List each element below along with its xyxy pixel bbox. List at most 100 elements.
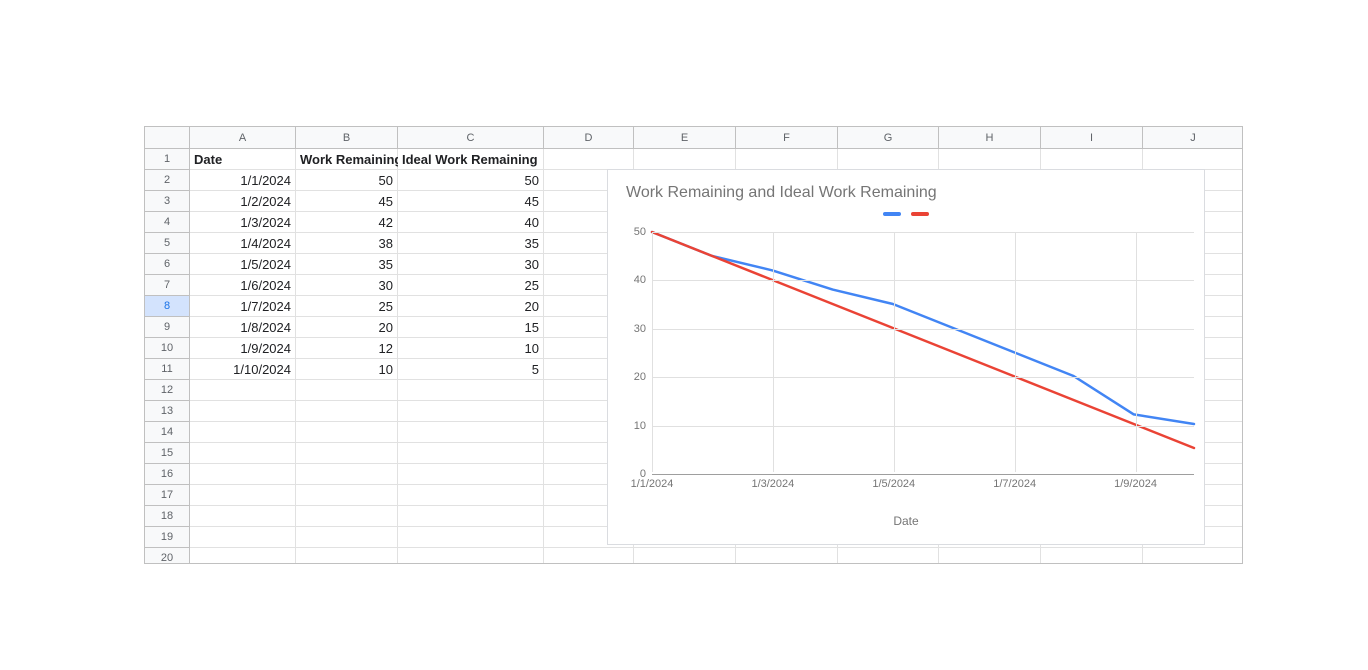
- cell-H1[interactable]: [939, 149, 1041, 170]
- row-header-12[interactable]: 12: [145, 380, 190, 401]
- cell-B12[interactable]: [296, 380, 398, 401]
- cell-C7[interactable]: 25: [398, 275, 544, 296]
- row-header-16[interactable]: 16: [145, 464, 190, 485]
- cell-H20[interactable]: [939, 548, 1041, 564]
- row-header-11[interactable]: 11: [145, 359, 190, 380]
- cell-G1[interactable]: [838, 149, 939, 170]
- cell-E20[interactable]: [634, 548, 736, 564]
- row-header-4[interactable]: 4: [145, 212, 190, 233]
- cell-E1[interactable]: [634, 149, 736, 170]
- cell-B10[interactable]: 12: [296, 338, 398, 359]
- cell-A17[interactable]: [190, 485, 296, 506]
- column-header-I[interactable]: I: [1041, 127, 1143, 149]
- cell-C11[interactable]: 5: [398, 359, 544, 380]
- cell-A14[interactable]: [190, 422, 296, 443]
- cell-A9[interactable]: 1/8/2024: [190, 317, 296, 338]
- cell-C1[interactable]: Ideal Work Remaining: [398, 149, 544, 170]
- row-header-3[interactable]: 3: [145, 191, 190, 212]
- column-header-D[interactable]: D: [544, 127, 634, 149]
- cell-A8[interactable]: 1/7/2024: [190, 296, 296, 317]
- cell-B19[interactable]: [296, 527, 398, 548]
- cell-A20[interactable]: [190, 548, 296, 564]
- row-header-20[interactable]: 20: [145, 548, 190, 564]
- cell-C15[interactable]: [398, 443, 544, 464]
- cell-G20[interactable]: [838, 548, 939, 564]
- cell-B9[interactable]: 20: [296, 317, 398, 338]
- cell-A2[interactable]: 1/1/2024: [190, 170, 296, 191]
- cell-C12[interactable]: [398, 380, 544, 401]
- cell-A7[interactable]: 1/6/2024: [190, 275, 296, 296]
- cell-F20[interactable]: [736, 548, 838, 564]
- row-header-13[interactable]: 13: [145, 401, 190, 422]
- select-all-corner[interactable]: [145, 127, 190, 149]
- cell-B7[interactable]: 30: [296, 275, 398, 296]
- cell-B16[interactable]: [296, 464, 398, 485]
- row-header-15[interactable]: 15: [145, 443, 190, 464]
- cell-C17[interactable]: [398, 485, 544, 506]
- cell-B5[interactable]: 38: [296, 233, 398, 254]
- cell-C13[interactable]: [398, 401, 544, 422]
- column-header-E[interactable]: E: [634, 127, 736, 149]
- row-header-14[interactable]: 14: [145, 422, 190, 443]
- column-header-J[interactable]: J: [1143, 127, 1243, 149]
- cell-I1[interactable]: [1041, 149, 1143, 170]
- cell-B13[interactable]: [296, 401, 398, 422]
- cell-B14[interactable]: [296, 422, 398, 443]
- cell-B4[interactable]: 42: [296, 212, 398, 233]
- column-header-H[interactable]: H: [939, 127, 1041, 149]
- cell-B11[interactable]: 10: [296, 359, 398, 380]
- column-header-B[interactable]: B: [296, 127, 398, 149]
- spreadsheet-viewport[interactable]: ABCDEFGHIJ 12345678910111213141516171819…: [144, 126, 1243, 564]
- cell-A19[interactable]: [190, 527, 296, 548]
- cell-A13[interactable]: [190, 401, 296, 422]
- cell-C10[interactable]: 10: [398, 338, 544, 359]
- cell-J20[interactable]: [1143, 548, 1243, 564]
- row-header-1[interactable]: 1: [145, 149, 190, 170]
- row-header-2[interactable]: 2: [145, 170, 190, 191]
- row-header-19[interactable]: 19: [145, 527, 190, 548]
- column-header-A[interactable]: A: [190, 127, 296, 149]
- cell-D20[interactable]: [544, 548, 634, 564]
- cell-F1[interactable]: [736, 149, 838, 170]
- column-header-G[interactable]: G: [838, 127, 939, 149]
- cell-B6[interactable]: 35: [296, 254, 398, 275]
- cell-A16[interactable]: [190, 464, 296, 485]
- row-header-10[interactable]: 10: [145, 338, 190, 359]
- cell-A15[interactable]: [190, 443, 296, 464]
- cell-A18[interactable]: [190, 506, 296, 527]
- cell-A4[interactable]: 1/3/2024: [190, 212, 296, 233]
- cell-C20[interactable]: [398, 548, 544, 564]
- spreadsheet-grid[interactable]: ABCDEFGHIJ 12345678910111213141516171819…: [145, 127, 1242, 563]
- cell-B2[interactable]: 50: [296, 170, 398, 191]
- cell-A12[interactable]: [190, 380, 296, 401]
- row-header-5[interactable]: 5: [145, 233, 190, 254]
- cell-J1[interactable]: [1143, 149, 1243, 170]
- cell-C18[interactable]: [398, 506, 544, 527]
- cell-A1[interactable]: Date: [190, 149, 296, 170]
- embedded-chart[interactable]: Work Remaining and Ideal Work Remaining …: [607, 169, 1205, 545]
- row-header-18[interactable]: 18: [145, 506, 190, 527]
- row-header-7[interactable]: 7: [145, 275, 190, 296]
- cell-C16[interactable]: [398, 464, 544, 485]
- cell-A3[interactable]: 1/2/2024: [190, 191, 296, 212]
- cell-C14[interactable]: [398, 422, 544, 443]
- cell-C19[interactable]: [398, 527, 544, 548]
- row-header-8[interactable]: 8: [145, 296, 190, 317]
- cell-A6[interactable]: 1/5/2024: [190, 254, 296, 275]
- column-header-F[interactable]: F: [736, 127, 838, 149]
- cell-C6[interactable]: 30: [398, 254, 544, 275]
- row-header-6[interactable]: 6: [145, 254, 190, 275]
- cell-B20[interactable]: [296, 548, 398, 564]
- cell-C9[interactable]: 15: [398, 317, 544, 338]
- column-header-C[interactable]: C: [398, 127, 544, 149]
- cell-C5[interactable]: 35: [398, 233, 544, 254]
- cell-I20[interactable]: [1041, 548, 1143, 564]
- cell-B8[interactable]: 25: [296, 296, 398, 317]
- cell-D1[interactable]: [544, 149, 634, 170]
- cell-B18[interactable]: [296, 506, 398, 527]
- cell-B17[interactable]: [296, 485, 398, 506]
- cell-B1[interactable]: Work Remaining: [296, 149, 398, 170]
- cell-C8[interactable]: 20: [398, 296, 544, 317]
- cell-B3[interactable]: 45: [296, 191, 398, 212]
- cell-C4[interactable]: 40: [398, 212, 544, 233]
